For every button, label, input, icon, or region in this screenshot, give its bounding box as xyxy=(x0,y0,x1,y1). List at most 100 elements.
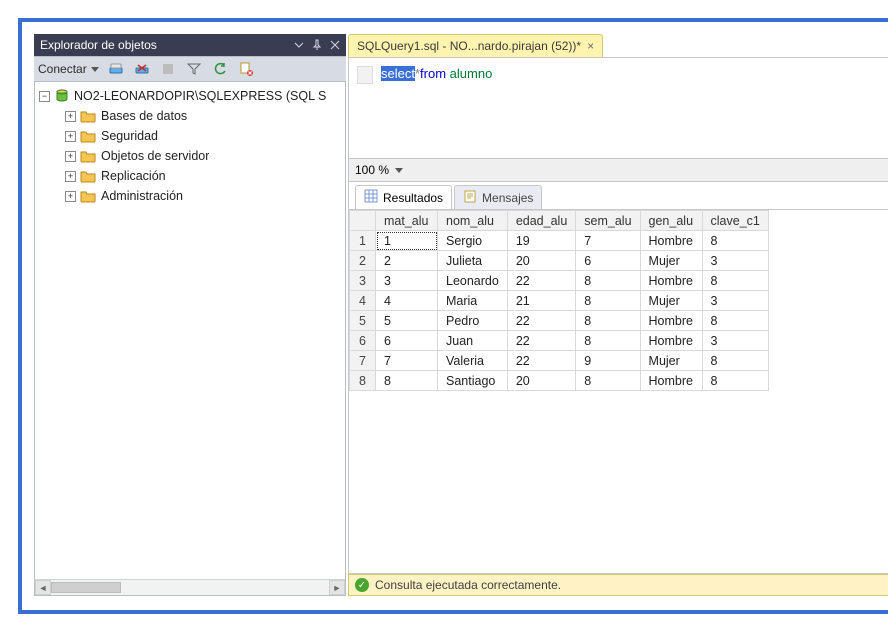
cell[interactable]: 5 xyxy=(376,311,438,331)
cell[interactable]: Sergio xyxy=(438,231,508,251)
cell[interactable]: 3 xyxy=(376,271,438,291)
cell[interactable]: Julieta xyxy=(438,251,508,271)
table-row[interactable]: 11Sergio197Hombre8 xyxy=(350,231,769,251)
cell[interactable]: 8 xyxy=(702,271,768,291)
row-number[interactable]: 2 xyxy=(350,251,376,271)
column-header[interactable]: edad_alu xyxy=(507,211,575,231)
cell[interactable]: 8 xyxy=(576,271,640,291)
column-header[interactable]: sem_alu xyxy=(576,211,640,231)
scroll-left-icon[interactable]: ◄ xyxy=(35,580,51,595)
scroll-right-icon[interactable]: ► xyxy=(329,580,345,595)
cell[interactable]: 21 xyxy=(507,291,575,311)
row-number[interactable]: 3 xyxy=(350,271,376,291)
row-number[interactable]: 5 xyxy=(350,311,376,331)
column-header[interactable]: gen_alu xyxy=(640,211,702,231)
zoom-dropdown-icon[interactable] xyxy=(395,168,403,173)
tree-root[interactable]: NO2-LEONARDOPIR\SQLEXPRESS (SQL S xyxy=(37,86,343,106)
tab-messages[interactable]: Mensajes xyxy=(454,185,542,209)
connect-dropdown-icon[interactable] xyxy=(91,67,99,72)
tree-horizontal-scrollbar[interactable]: ◄ ► xyxy=(35,579,345,595)
cell[interactable]: 6 xyxy=(376,331,438,351)
cell[interactable]: 8 xyxy=(376,371,438,391)
connect-icon[interactable] xyxy=(105,59,127,79)
cell[interactable]: Mujer xyxy=(640,351,702,371)
cell[interactable]: 6 xyxy=(576,251,640,271)
connect-label[interactable]: Conectar xyxy=(38,62,87,76)
tree-item[interactable]: Bases de datos xyxy=(37,106,343,126)
table-row[interactable]: 88Santiago208Hombre8 xyxy=(350,371,769,391)
table-row[interactable]: 77Valeria229Mujer8 xyxy=(350,351,769,371)
tab-results[interactable]: Resultados xyxy=(355,185,452,209)
row-number[interactable]: 1 xyxy=(350,231,376,251)
object-explorer-titlebar[interactable]: Explorador de objetos xyxy=(34,34,346,56)
cell[interactable]: Santiago xyxy=(438,371,508,391)
results-table[interactable]: mat_alunom_aluedad_alusem_alugen_aluclav… xyxy=(349,210,769,391)
expand-toggle-icon[interactable] xyxy=(65,131,76,142)
expand-toggle-icon[interactable] xyxy=(65,151,76,162)
row-number[interactable]: 6 xyxy=(350,331,376,351)
sql-editor[interactable]: select*from alumno xyxy=(348,58,888,158)
row-number[interactable]: 4 xyxy=(350,291,376,311)
table-row[interactable]: 22Julieta206Mujer3 xyxy=(350,251,769,271)
filter-icon[interactable] xyxy=(183,59,205,79)
table-row[interactable]: 33Leonardo228Hombre8 xyxy=(350,271,769,291)
cell[interactable]: 22 xyxy=(507,351,575,371)
scroll-thumb[interactable] xyxy=(51,582,121,593)
column-header[interactable]: clave_c1 xyxy=(702,211,768,231)
cell[interactable]: Mujer xyxy=(640,251,702,271)
results-grid[interactable]: mat_alunom_aluedad_alusem_alugen_aluclav… xyxy=(348,210,888,574)
cell[interactable]: 20 xyxy=(507,251,575,271)
cell[interactable]: Hombre xyxy=(640,231,702,251)
tree-item[interactable]: Replicación xyxy=(37,166,343,186)
object-explorer-tree[interactable]: NO2-LEONARDOPIR\SQLEXPRESS (SQL S Bases … xyxy=(34,82,346,596)
table-row[interactable]: 66Juan228Hombre3 xyxy=(350,331,769,351)
script-icon[interactable] xyxy=(235,59,257,79)
scroll-track[interactable] xyxy=(51,580,329,595)
cell[interactable]: Juan xyxy=(438,331,508,351)
row-number[interactable]: 7 xyxy=(350,351,376,371)
panel-dropdown-icon[interactable] xyxy=(292,38,306,52)
expand-toggle-icon[interactable] xyxy=(65,171,76,182)
expand-toggle-icon[interactable] xyxy=(65,111,76,122)
row-number[interactable]: 8 xyxy=(350,371,376,391)
cell[interactable]: 8 xyxy=(576,311,640,331)
expand-toggle-icon[interactable] xyxy=(39,91,50,102)
cell[interactable]: Hombre xyxy=(640,311,702,331)
editor-tab-active[interactable]: SQLQuery1.sql - NO...nardo.pirajan (52))… xyxy=(348,34,603,57)
cell[interactable]: 8 xyxy=(702,231,768,251)
cell[interactable]: 8 xyxy=(702,311,768,331)
cell[interactable]: 9 xyxy=(576,351,640,371)
cell[interactable]: 8 xyxy=(576,291,640,311)
cell[interactable]: Hombre xyxy=(640,371,702,391)
cell[interactable]: 8 xyxy=(702,371,768,391)
editor-line-1[interactable]: select*from alumno xyxy=(381,66,492,81)
cell[interactable]: Hombre xyxy=(640,331,702,351)
table-row[interactable]: 55Pedro228Hombre8 xyxy=(350,311,769,331)
cell[interactable]: 19 xyxy=(507,231,575,251)
column-header[interactable]: nom_alu xyxy=(438,211,508,231)
cell[interactable]: Pedro xyxy=(438,311,508,331)
cell[interactable]: 8 xyxy=(702,351,768,371)
cell[interactable]: 22 xyxy=(507,311,575,331)
cell[interactable]: Leonardo xyxy=(438,271,508,291)
tree-item[interactable]: Seguridad xyxy=(37,126,343,146)
cell[interactable]: 2 xyxy=(376,251,438,271)
cell[interactable]: 1 xyxy=(376,231,438,251)
cell[interactable]: 8 xyxy=(576,331,640,351)
tree-item[interactable]: Objetos de servidor xyxy=(37,146,343,166)
cell[interactable]: Mujer xyxy=(640,291,702,311)
cell[interactable]: Hombre xyxy=(640,271,702,291)
table-row[interactable]: 44Maria218Mujer3 xyxy=(350,291,769,311)
cell[interactable]: 22 xyxy=(507,271,575,291)
cell[interactable]: 22 xyxy=(507,331,575,351)
cell[interactable]: 3 xyxy=(702,291,768,311)
expand-toggle-icon[interactable] xyxy=(65,191,76,202)
cell[interactable]: 4 xyxy=(376,291,438,311)
cell[interactable]: Maria xyxy=(438,291,508,311)
cell[interactable]: 7 xyxy=(376,351,438,371)
cell[interactable]: Valeria xyxy=(438,351,508,371)
cell[interactable]: 3 xyxy=(702,251,768,271)
panel-close-icon[interactable] xyxy=(328,38,342,52)
tree-item[interactable]: Administración xyxy=(37,186,343,206)
refresh-icon[interactable] xyxy=(209,59,231,79)
